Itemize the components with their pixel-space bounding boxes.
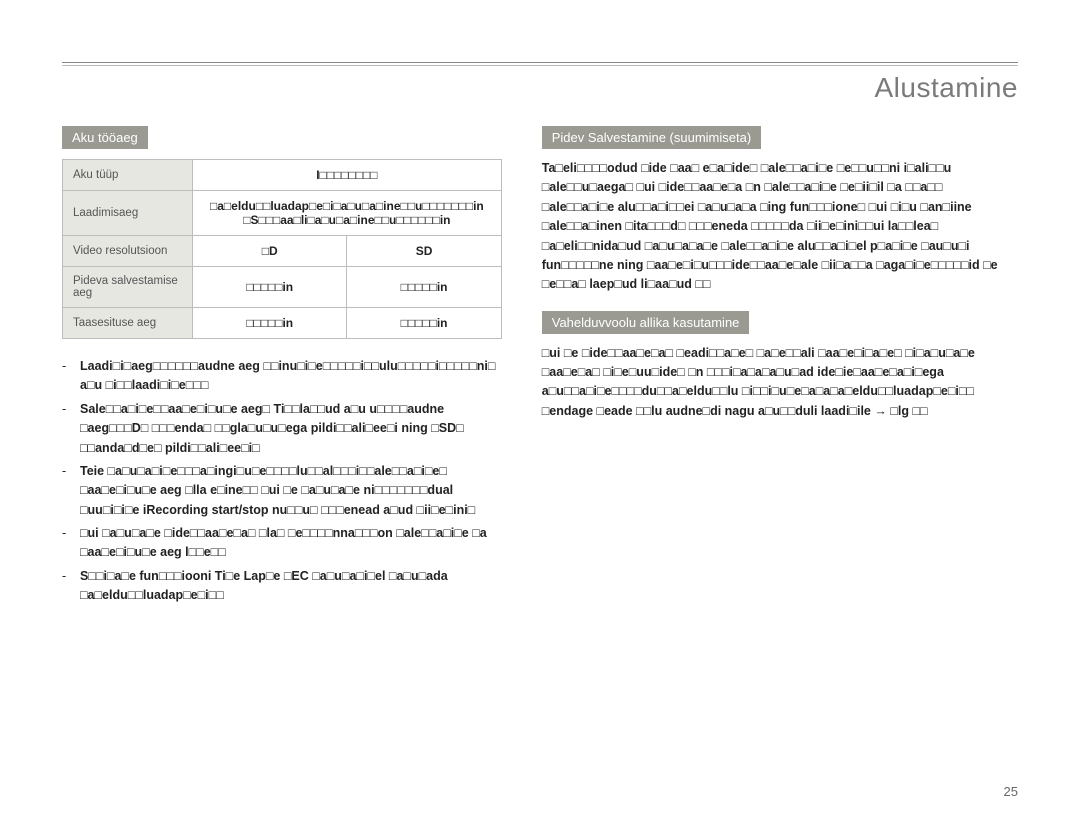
cell-rec-2: □□□□□in bbox=[347, 267, 501, 308]
bullet-1: Sale□□a□i□e□□aa□e□i□u□e aeg□ Ti□□la□□ud … bbox=[80, 400, 502, 458]
right-column: Pidev Salvestamine (suumimiseta) Ta□eli□… bbox=[542, 126, 1018, 610]
bullet-0: Laadi□i□aeg□□□□□□audne aeg □□inu□i□e□□□□… bbox=[80, 357, 502, 396]
section1-text: Ta□eli□□□□odud □ide □aa□ e□a□ide□ □ale□□… bbox=[542, 159, 1018, 295]
cell-rec-1: □□□□□in bbox=[193, 267, 347, 308]
page-title: Alustamine bbox=[62, 66, 1018, 104]
cell-res-1: □D bbox=[193, 236, 347, 267]
cell-type: I□□□□□□□□ bbox=[193, 160, 502, 191]
section-label-ac: Vahelduvvoolu allika kasutamine bbox=[542, 311, 750, 334]
spec-table: Aku tüüp I□□□□□□□□ Laadimisaeg □a□eldu□□… bbox=[62, 159, 502, 339]
section2-text: □ui □e □ide□□aa□e□a□ □eadi□□a□e□ □a□e□□a… bbox=[542, 344, 1018, 422]
bullet-2: Teie □a□u□a□i□e□□□a□ingi□u□e□□□□lu□□al□□… bbox=[80, 462, 502, 520]
cell-res-2: SD bbox=[347, 236, 501, 267]
left-bullets: -Laadi□i□aeg□□□□□□audne aeg □□inu□i□e□□□… bbox=[62, 357, 502, 606]
cell-play-2: □□□□□in bbox=[347, 308, 501, 339]
left-column: Aku tööaeg Aku tüüp I□□□□□□□□ Laadimisae… bbox=[62, 126, 502, 610]
row-head-res: Video resolutsioon bbox=[63, 236, 193, 267]
section-label-aku: Aku tööaeg bbox=[62, 126, 148, 149]
row-head-rec: Pideva salvestamise aeg bbox=[63, 267, 193, 308]
cell-play-1: □□□□□in bbox=[193, 308, 347, 339]
page-number: 25 bbox=[1004, 784, 1018, 799]
bullet-4: S□□i□a□e fun□□□iooni Ti□e Lap□e □EC □a□u… bbox=[80, 567, 502, 606]
row-head-play: Taasesituse aeg bbox=[63, 308, 193, 339]
bullet-3: □ui □a□u□a□e □ide□□aa□e□a□ □la□ □e□□□□nn… bbox=[80, 524, 502, 563]
row-head-charge: Laadimisaeg bbox=[63, 191, 193, 236]
row-head-type: Aku tüüp bbox=[63, 160, 193, 191]
cell-charge: □a□eldu□□luadap□e□i□a□u□a□ine□□u□□□□□□□i… bbox=[193, 191, 502, 236]
section-label-continuous: Pidev Salvestamine (suumimiseta) bbox=[542, 126, 761, 149]
